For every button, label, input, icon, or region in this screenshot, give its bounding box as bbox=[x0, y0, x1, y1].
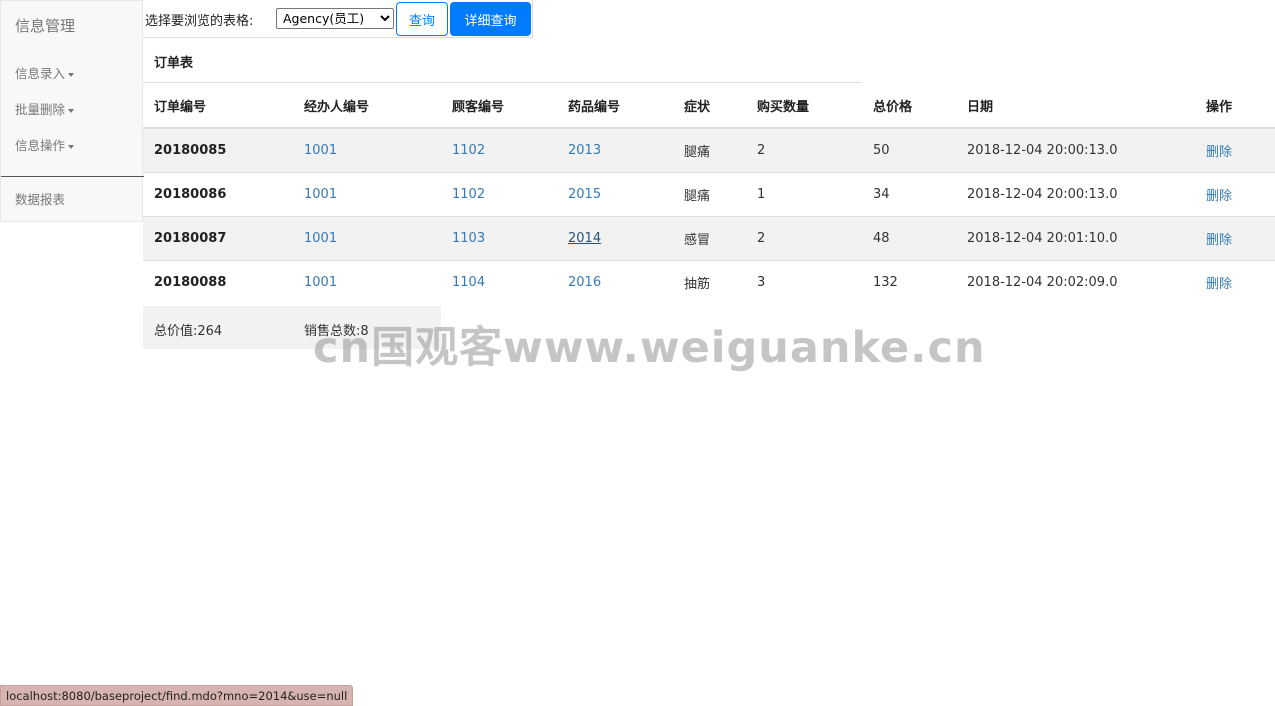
column-header: 操作 bbox=[1195, 83, 1275, 129]
toolbar: 选择要浏览的表格: Agency(员工) 查询 详细查询 bbox=[143, 0, 533, 38]
drug-id-link[interactable]: 2015 bbox=[568, 187, 601, 202]
column-header: 日期 bbox=[956, 83, 1195, 129]
caret-down-icon bbox=[68, 108, 75, 113]
status-bar-url: localhost:8080/baseproject/find.mdo?mno=… bbox=[0, 685, 354, 706]
drug-id-link[interactable]: 2013 bbox=[568, 143, 601, 158]
total-price-cell: 34 bbox=[862, 171, 956, 216]
column-header: 顾客编号 bbox=[441, 83, 557, 129]
column-header: 订单编号 bbox=[143, 83, 293, 129]
table-row: 20180087 1001 1103 2014 感冒 2 48 2018-12-… bbox=[143, 215, 1275, 260]
select-table-label: 选择要浏览的表格: bbox=[145, 14, 254, 29]
symptom-cell: 腿痛 bbox=[673, 127, 746, 172]
customer-id-link[interactable]: 1103 bbox=[452, 231, 485, 246]
order-id-cell: 20180088 bbox=[143, 259, 293, 304]
menu-item-data-operation[interactable]: 信息操作 bbox=[15, 135, 75, 154]
order-id-cell: 20180085 bbox=[143, 127, 293, 172]
caret-down-icon bbox=[68, 144, 75, 149]
date-cell: 2018-12-04 20:02:09.0 bbox=[956, 259, 1195, 304]
total-price-cell: 132 bbox=[862, 259, 956, 304]
delete-link[interactable]: 删除 bbox=[1206, 233, 1232, 248]
date-cell: 2018-12-04 20:00:13.0 bbox=[956, 127, 1195, 172]
quantity-cell: 3 bbox=[746, 259, 862, 304]
delete-link[interactable]: 删除 bbox=[1206, 145, 1232, 160]
table-select[interactable]: Agency(员工) bbox=[276, 8, 394, 29]
drug-id-link[interactable]: 2014 bbox=[568, 231, 601, 246]
agent-id-link[interactable]: 1001 bbox=[304, 143, 337, 158]
table-header-row: 订单编号 经办人编号 顾客编号 药品编号 症状 购买数量 总价格 日期 操作 bbox=[143, 83, 1275, 129]
drug-id-link[interactable]: 2016 bbox=[568, 275, 601, 290]
agent-id-link[interactable]: 1001 bbox=[304, 187, 337, 202]
date-cell: 2018-12-04 20:01:10.0 bbox=[956, 215, 1195, 260]
sidebar: 信息管理 信息录入 批量删除 信息操作 数据报表 bbox=[0, 0, 144, 222]
delete-link[interactable]: 删除 bbox=[1206, 189, 1232, 204]
menu-item-label: 信息录入 bbox=[15, 66, 66, 81]
detail-query-button[interactable]: 详细查询 bbox=[450, 2, 531, 36]
date-cell: 2018-12-04 20:00:13.0 bbox=[956, 171, 1195, 216]
symptom-cell: 感冒 bbox=[673, 215, 746, 260]
delete-link[interactable]: 删除 bbox=[1206, 277, 1232, 292]
symptom-cell: 抽筋 bbox=[673, 259, 746, 304]
menu-item-data-report[interactable]: 数据报表 bbox=[15, 189, 65, 208]
column-header: 症状 bbox=[673, 83, 746, 129]
customer-id-link[interactable]: 1102 bbox=[452, 187, 485, 202]
customer-id-link[interactable]: 1104 bbox=[452, 275, 485, 290]
brand-title[interactable]: 信息管理 bbox=[15, 15, 75, 36]
total-value-text: 总价值:264 bbox=[154, 324, 223, 339]
menu-item-label: 信息操作 bbox=[15, 138, 66, 153]
customer-id-link[interactable]: 1102 bbox=[452, 143, 485, 158]
table-title: 订单表 bbox=[143, 38, 862, 83]
menu-item-label: 批量删除 bbox=[15, 102, 66, 117]
order-id-cell: 20180086 bbox=[143, 171, 293, 216]
table-row: 20180088 1001 1104 2016 抽筋 3 132 2018-12… bbox=[143, 259, 1275, 304]
quantity-cell: 2 bbox=[746, 127, 862, 172]
quantity-cell: 1 bbox=[746, 171, 862, 216]
agent-id-link[interactable]: 1001 bbox=[304, 275, 337, 290]
menu-item-batch-delete[interactable]: 批量删除 bbox=[15, 99, 75, 118]
quantity-cell: 2 bbox=[746, 215, 862, 260]
sidebar-divider bbox=[1, 176, 144, 177]
column-header: 药品编号 bbox=[557, 83, 673, 129]
column-header: 经办人编号 bbox=[293, 83, 441, 129]
agent-id-link[interactable]: 1001 bbox=[304, 231, 337, 246]
column-header: 购买数量 bbox=[746, 83, 862, 129]
menu-item-data-entry[interactable]: 信息录入 bbox=[15, 63, 75, 82]
caret-down-icon bbox=[68, 72, 75, 77]
column-header: 总价格 bbox=[862, 83, 956, 129]
total-price-cell: 50 bbox=[862, 127, 956, 172]
table-row: 20180086 1001 1102 2015 腿痛 1 34 2018-12-… bbox=[143, 171, 1275, 216]
summary-row: 总价值:264 销售总数:8 bbox=[143, 306, 441, 349]
total-price-cell: 48 bbox=[862, 215, 956, 260]
table-row: 20180085 1001 1102 2013 腿痛 2 50 2018-12-… bbox=[143, 127, 1275, 172]
orders-table: 订单编号 经办人编号 顾客编号 药品编号 症状 购买数量 总价格 日期 操作 2… bbox=[143, 83, 1275, 304]
symptom-cell: 腿痛 bbox=[673, 171, 746, 216]
total-sales-text: 销售总数:8 bbox=[304, 324, 369, 339]
query-button[interactable]: 查询 bbox=[396, 2, 448, 36]
order-id-cell: 20180087 bbox=[143, 215, 293, 260]
